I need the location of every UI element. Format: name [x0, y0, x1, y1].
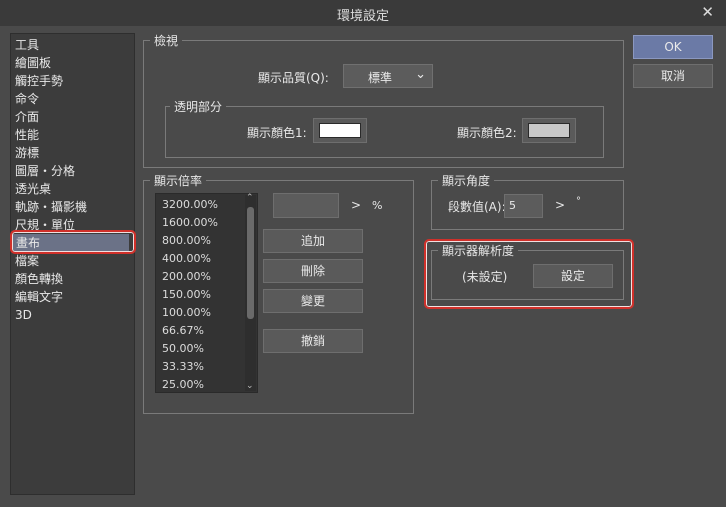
color2-label: 顯示顏色2:	[457, 126, 517, 140]
cancel-button[interactable]: 取消	[633, 64, 713, 88]
list-item[interactable]: 400.00%	[162, 252, 211, 265]
quality-value: 標準	[368, 71, 393, 85]
sidebar-item-layer-frame[interactable]: 圖層・分格	[15, 162, 75, 180]
sidebar-item-color-conversion[interactable]: 顏色轉換	[15, 270, 63, 288]
list-item[interactable]: 66.67%	[162, 324, 204, 337]
angle-arrow-icon[interactable]: >	[555, 198, 565, 212]
list-item[interactable]: 100.00%	[162, 306, 211, 319]
sidebar-item-performance[interactable]: 性能	[15, 126, 39, 144]
color1-button[interactable]	[313, 118, 367, 143]
angle-steps-input[interactable]: 5	[504, 194, 543, 218]
delete-zoom-button[interactable]: 刪除	[263, 259, 363, 283]
color1-swatch	[319, 123, 361, 138]
quality-select[interactable]: 標準 ⌄	[343, 64, 433, 88]
sidebar-item-interface[interactable]: 介面	[15, 108, 39, 126]
list-item[interactable]: 1600.00%	[162, 216, 218, 229]
undo-zoom-button[interactable]: 撤銷	[263, 329, 363, 353]
preview-legend: 檢視	[150, 32, 183, 49]
angle-steps-label: 段數值(A):	[448, 200, 506, 214]
category-list: 工具 繪圖板 觸控手勢 命令 介面 性能 游標 圖層・分格 透光桌 軌跡・攝影機…	[10, 33, 135, 495]
zoom-list[interactable]: 3200.00% 1600.00% 800.00% 400.00% 200.00…	[155, 193, 258, 393]
title-bar: 環境設定 ✕	[0, 0, 726, 26]
sidebar-item-touch-gesture[interactable]: 觸控手勢	[15, 72, 63, 90]
zoom-value-input[interactable]	[273, 193, 339, 218]
preferences-window: 環境設定 ✕ 工具 繪圖板 觸控手勢 命令 介面 性能 游標 圖層・分格 透光桌…	[0, 0, 726, 507]
sidebar-item-light-table[interactable]: 透光桌	[15, 180, 51, 198]
color2-button[interactable]	[522, 118, 576, 143]
list-item[interactable]: 50.00%	[162, 342, 204, 355]
window-title: 環境設定	[336, 9, 389, 24]
sidebar-item-file[interactable]: 檔案	[15, 252, 39, 270]
list-item[interactable]: 25.00%	[162, 378, 204, 391]
angle-unit: °	[576, 196, 581, 207]
zoom-arrow-icon[interactable]: >	[351, 198, 361, 212]
sidebar-item-command[interactable]: 命令	[15, 90, 39, 108]
list-item[interactable]: 200.00%	[162, 270, 211, 283]
chevron-down-icon[interactable]: ⌄	[246, 381, 254, 391]
zoom-legend: 顯示倍率	[150, 172, 207, 189]
add-zoom-button[interactable]: 追加	[263, 229, 363, 253]
chevron-down-icon: ⌄	[415, 67, 426, 82]
sidebar-item-tools[interactable]: 工具	[15, 36, 39, 54]
zoom-unit: %	[372, 199, 383, 212]
sidebar-item-tablet[interactable]: 繪圖板	[15, 54, 51, 72]
list-item[interactable]: 33.33%	[162, 360, 204, 373]
change-zoom-button[interactable]: 變更	[263, 289, 363, 313]
zoom-list-scrollbar[interactable]: ⌃ ⌄	[245, 193, 256, 391]
list-item[interactable]: 3200.00%	[162, 198, 218, 211]
scrollbar-thumb[interactable]	[247, 207, 254, 319]
list-item[interactable]: 150.00%	[162, 288, 211, 301]
close-icon[interactable]: ✕	[701, 3, 714, 21]
angle-legend: 顯示角度	[438, 172, 495, 189]
sidebar-item-3d[interactable]: 3D	[15, 306, 32, 324]
chevron-up-icon[interactable]: ⌃	[246, 193, 254, 203]
highlight-canvas-item	[10, 230, 136, 254]
transparent-legend: 透明部分	[170, 98, 227, 115]
ok-button[interactable]: OK	[633, 35, 713, 59]
color1-label: 顯示顏色1:	[247, 126, 307, 140]
color2-swatch	[528, 123, 570, 138]
list-item[interactable]: 800.00%	[162, 234, 211, 247]
highlight-resolution-group	[424, 239, 634, 309]
sidebar-item-edit-text[interactable]: 編輯文字	[15, 288, 63, 306]
sidebar-item-cursor[interactable]: 游標	[15, 144, 39, 162]
quality-label: 顯示品質(Q):	[258, 71, 329, 85]
sidebar-item-timeline-camera[interactable]: 軌跡・攝影機	[15, 198, 87, 216]
